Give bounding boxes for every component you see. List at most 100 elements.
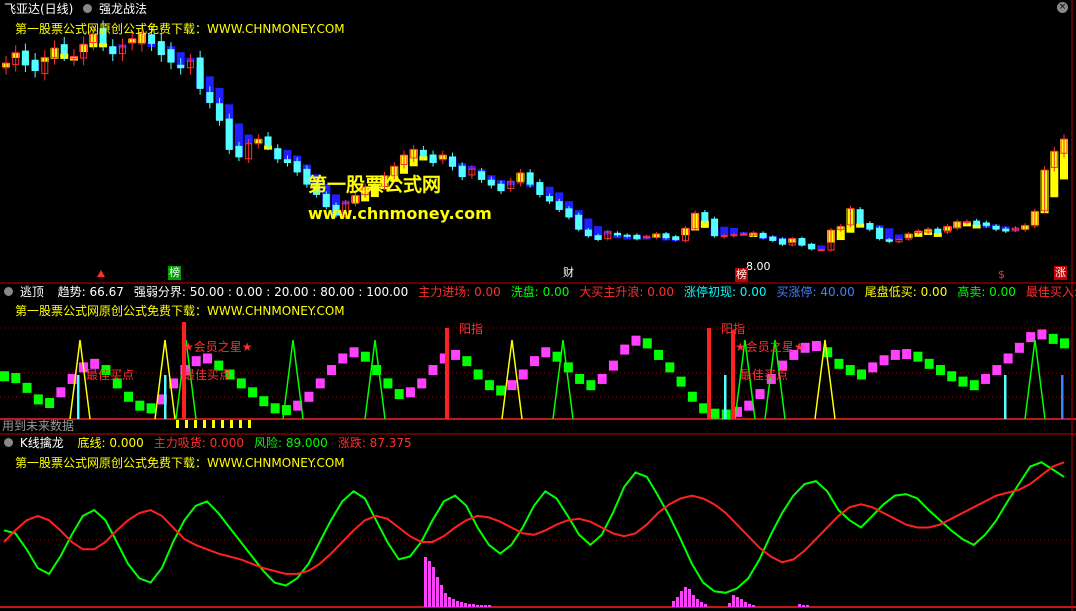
settings-circle-icon[interactable] bbox=[83, 4, 93, 13]
candle-body bbox=[575, 214, 583, 230]
momentum-block bbox=[620, 344, 630, 355]
accumulation-bar bbox=[806, 605, 809, 607]
panel3-histogram-series bbox=[424, 557, 809, 607]
momentum-block bbox=[473, 369, 483, 380]
momentum-block bbox=[969, 380, 979, 391]
candle-body bbox=[885, 239, 893, 242]
panel2-title[interactable]: 逃顶 bbox=[20, 285, 44, 299]
panel2-value-2: 主力进场: 0.00 bbox=[418, 285, 501, 299]
momentum-block bbox=[1037, 329, 1047, 340]
yang-signal-bar bbox=[707, 328, 711, 419]
momentum-block bbox=[428, 365, 438, 376]
indicator-name[interactable]: 强龙战法 bbox=[99, 2, 147, 16]
momentum-block bbox=[146, 403, 156, 414]
accumulation-bar bbox=[740, 599, 743, 607]
accumulation-bar bbox=[436, 577, 439, 607]
accumulation-bar bbox=[488, 605, 491, 607]
panel2-value-3: 洗盘: 0.00 bbox=[510, 285, 570, 299]
momentum-block bbox=[236, 378, 246, 389]
candle-body bbox=[1002, 228, 1010, 232]
settings-circle-icon[interactable] bbox=[4, 438, 13, 447]
momentum-block bbox=[349, 347, 359, 358]
candle-body bbox=[701, 212, 709, 222]
settings-circle-icon[interactable] bbox=[4, 287, 13, 296]
momentum-block bbox=[56, 387, 66, 398]
panel3-title[interactable]: K线擒龙 bbox=[20, 436, 64, 450]
accumulation-bar bbox=[444, 593, 447, 607]
momentum-block bbox=[676, 376, 686, 387]
panel3-value-2: 风险: 89.000 bbox=[253, 436, 328, 450]
low-buy-dash bbox=[248, 420, 251, 428]
candle-body bbox=[293, 161, 301, 173]
candle-body bbox=[934, 228, 942, 234]
limit-up-marker bbox=[1061, 375, 1064, 419]
candle-body bbox=[584, 229, 592, 237]
candle-body bbox=[60, 44, 68, 55]
label-member-star-1: ★会员之星★ bbox=[183, 340, 253, 354]
momentum-block bbox=[507, 380, 517, 391]
candle-body bbox=[177, 64, 185, 69]
momentum-block bbox=[710, 408, 720, 419]
candle-body bbox=[866, 223, 874, 230]
candle-body bbox=[167, 49, 175, 63]
panel2-value-9: 最佳买入: 0.00 bbox=[1025, 285, 1076, 299]
marker-dollar: $ bbox=[998, 268, 1005, 281]
accumulation-bar bbox=[680, 591, 683, 607]
close-icon[interactable]: × bbox=[1057, 2, 1068, 13]
accumulation-bar bbox=[424, 557, 427, 607]
candle-body bbox=[429, 154, 437, 164]
accumulation-bar bbox=[798, 604, 801, 607]
momentum-block bbox=[845, 365, 855, 376]
accumulation-bar bbox=[456, 601, 459, 607]
momentum-block bbox=[451, 349, 461, 360]
accumulation-bar bbox=[684, 587, 687, 607]
panel3-banner: 第一股票公式网原创公式免费下载：WWW.CHNMONEY.COM bbox=[15, 456, 345, 470]
limit-up-marker bbox=[77, 375, 80, 419]
momentum-block bbox=[135, 400, 145, 411]
momentum-block bbox=[462, 356, 472, 367]
label-future-data: 用到未来数据 bbox=[2, 419, 75, 433]
accumulation-bar bbox=[752, 605, 755, 607]
momentum-block bbox=[518, 369, 528, 380]
risk-line bbox=[3, 461, 1065, 594]
low-buy-dash bbox=[203, 420, 206, 428]
momentum-block bbox=[1014, 342, 1024, 353]
marker-zhang: 涨 bbox=[1054, 266, 1067, 280]
low-buy-dash bbox=[185, 420, 188, 428]
candle-body bbox=[594, 235, 602, 240]
label-member-star-2: ★会员之星★ bbox=[735, 340, 805, 354]
panel2-value-6: 买涨停: 40.00 bbox=[776, 285, 855, 299]
momentum-block bbox=[631, 335, 641, 346]
momentum-block bbox=[1060, 338, 1069, 349]
momentum-block bbox=[755, 389, 765, 400]
momentum-block bbox=[924, 358, 934, 369]
momentum-block bbox=[383, 378, 393, 389]
momentum-block bbox=[22, 382, 32, 393]
candle-body bbox=[759, 232, 767, 239]
accumulation-bar bbox=[476, 605, 479, 607]
candle-body bbox=[817, 249, 825, 252]
candle-body bbox=[196, 57, 204, 89]
momentum-block bbox=[958, 376, 968, 387]
momentum-block bbox=[45, 397, 55, 408]
momentum-block bbox=[935, 365, 945, 376]
momentum-block bbox=[338, 353, 348, 364]
candle-body bbox=[730, 234, 738, 237]
up-arrow-icon bbox=[97, 270, 105, 277]
label-yang-1: 阳指 bbox=[459, 322, 484, 336]
accumulation-bar bbox=[484, 605, 487, 607]
accumulation-bar bbox=[452, 599, 455, 607]
candle-body bbox=[992, 225, 1000, 230]
momentum-block bbox=[259, 396, 269, 407]
candle-body bbox=[614, 232, 622, 236]
candle-body bbox=[206, 92, 214, 103]
accumulation-bar bbox=[732, 595, 735, 607]
momentum-block bbox=[405, 387, 415, 398]
accumulation-bar bbox=[480, 605, 483, 607]
momentum-block bbox=[541, 347, 551, 358]
momentum-block bbox=[868, 362, 878, 373]
panel2-value-1: 强弱分界: 50.00 : 0.00 : 20.00 : 80.00 : 100… bbox=[133, 285, 409, 299]
label-best-buy-2: 最佳买点 bbox=[740, 368, 789, 382]
accumulation-bar bbox=[472, 604, 475, 607]
momentum-block bbox=[496, 385, 506, 396]
